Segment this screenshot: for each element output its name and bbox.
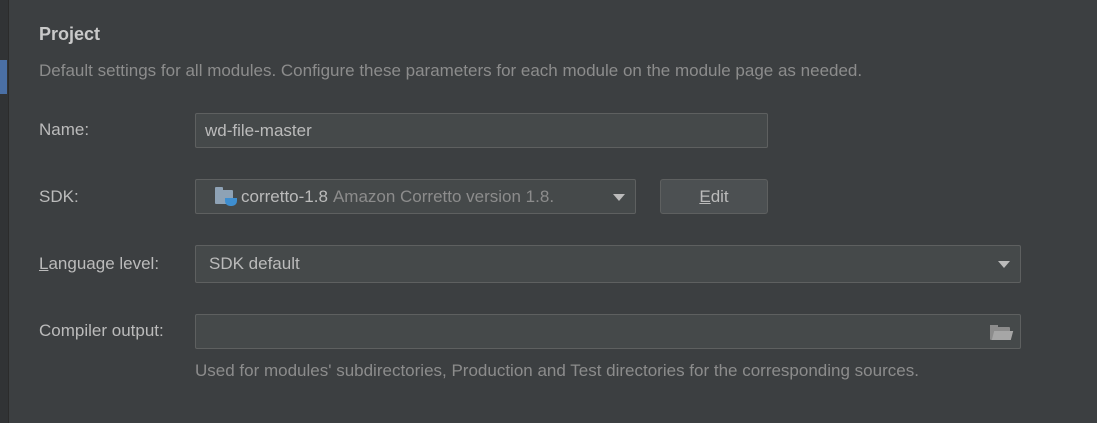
sdk-label: SDK: [39,187,79,206]
edit-label: dit [710,186,729,206]
sdk-dropdown[interactable]: corretto-1.8 Amazon Corretto version 1.8… [195,179,636,214]
settings-tree-edge [0,0,9,423]
project-settings-panel: Project Default settings for all modules… [0,0,1097,423]
name-label: Name: [39,120,90,139]
language-level-label-text: anguage level: [48,254,160,273]
name-input-value: wd-file-master [205,120,312,140]
sdk-version: Amazon Corretto version 1.8. [332,186,555,206]
selected-tree-item-indicator [0,60,7,94]
edit-mnemonic: E [699,186,711,206]
language-level-dropdown[interactable]: SDK default [195,245,1021,283]
section-description: Default settings for all modules. Config… [39,61,863,80]
compiler-output-hint: Used for modules' subdirectories, Produc… [195,361,919,380]
jdk-folder-icon [215,186,237,207]
chevron-down-icon [613,194,625,201]
sdk-value: corretto-1.8 [241,186,328,206]
language-level-value: SDK default [209,254,300,273]
compiler-output-label: Compiler output: [39,321,164,340]
section-title: Project [39,24,101,44]
sdk-edit-button[interactable]: Edit [660,179,768,214]
compiler-output-input[interactable] [195,314,1021,349]
name-input[interactable]: wd-file-master [195,113,768,148]
language-level-label: Language level: [39,254,159,274]
browse-folder-icon[interactable] [990,325,1014,341]
chevron-down-icon [998,261,1010,268]
